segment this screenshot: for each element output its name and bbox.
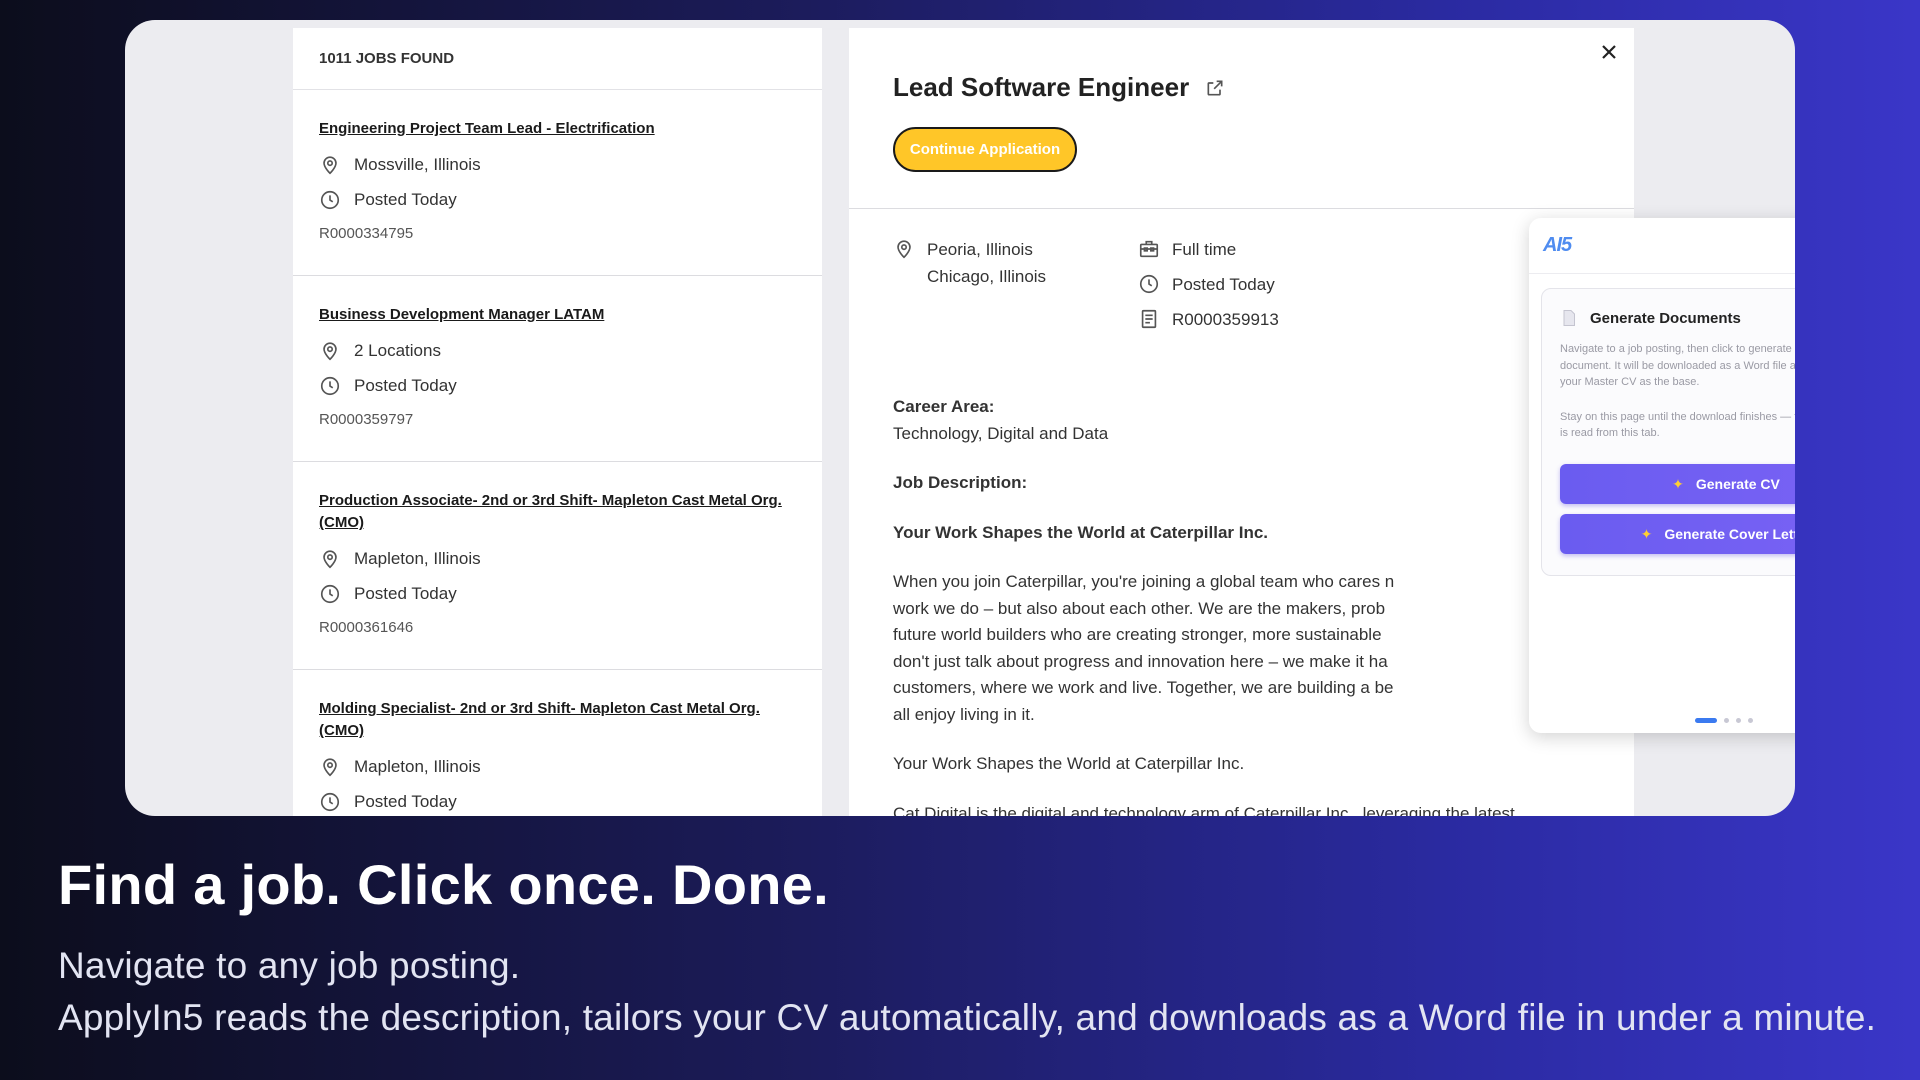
continue-application-button[interactable]: Continue Application	[893, 127, 1077, 172]
job-detail-panel: Lead Software Engineer Continue Applicat…	[849, 28, 1634, 816]
job-title-link[interactable]: Molding Specialist- 2nd or 3rd Shift- Ma…	[319, 698, 796, 742]
location-line-2: Chicago, Illinois	[927, 267, 1047, 286]
job-title-link[interactable]: Production Associate- 2nd or 3rd Shift- …	[319, 490, 796, 534]
job-title-link[interactable]: Engineering Project Team Lead - Electrif…	[319, 118, 796, 140]
job-type: Full time	[1138, 236, 1236, 263]
description-paragraph: When you join Caterpillar, you're joinin…	[893, 572, 1395, 724]
ai5-toolbar: AI5	[1529, 218, 1795, 274]
job-location: Mossville, Illinois	[319, 154, 796, 176]
document-icon	[1563, 310, 1575, 326]
job-req-number: R0000359913	[1138, 306, 1279, 333]
external-link-icon[interactable]	[1205, 78, 1225, 98]
page-dot[interactable]	[1724, 718, 1729, 723]
clock-icon	[320, 190, 340, 210]
job-location: Mapleton, Illinois	[319, 756, 796, 778]
description-repeat-line: Your Work Shapes the World at Caterpilla…	[893, 754, 1245, 773]
page-dot[interactable]	[1748, 718, 1753, 723]
generate-documents-card: Generate Documents Navigate to a job pos…	[1541, 288, 1795, 576]
generate-cover-letter-button[interactable]: ✦ Generate Cover Letter	[1560, 514, 1795, 554]
career-area-label: Career Area:	[893, 397, 995, 416]
ai5-extension-panel: AI5 Generate Documents Navigate to a job…	[1529, 218, 1795, 733]
career-area-value: Technology, Digital and Data	[893, 423, 1109, 443]
location-line-1: Peoria, Illinois	[927, 240, 1033, 259]
ai5-logo: AI5	[1543, 234, 1572, 256]
location-pin-icon	[897, 240, 911, 259]
promo-headline: Find a job. Click once. Done.	[58, 853, 830, 916]
job-list-item[interactable]: Business Development Manager LATAM 2 Loc…	[293, 276, 822, 462]
clock-icon	[1139, 274, 1159, 294]
job-posted: Posted Today	[319, 189, 796, 211]
description-cut-line: Cat Digital is the digital and technolog…	[893, 803, 1515, 817]
clock-icon	[320, 584, 340, 604]
job-location: Mapleton, Illinois	[319, 548, 796, 570]
job-posted: Posted Today	[319, 375, 796, 397]
sparkle-icon: ✦	[1672, 475, 1684, 492]
job-posted-date: Posted Today	[1138, 271, 1275, 298]
job-list-item[interactable]: Production Associate- 2nd or 3rd Shift- …	[293, 462, 822, 670]
location-pin-icon	[323, 342, 337, 361]
sparkle-icon: ✦	[1640, 525, 1653, 542]
location-pin-icon	[323, 550, 337, 569]
jobs-found-count: 1011 JOBS FOUND	[293, 28, 822, 90]
job-list-item[interactable]: Engineering Project Team Lead - Electrif…	[293, 90, 822, 276]
clock-icon	[320, 376, 340, 396]
job-req-id: R0000361646	[319, 619, 414, 636]
job-req-id: R0000334795	[319, 225, 414, 242]
location-pin-icon	[323, 758, 337, 777]
page-dot[interactable]	[1736, 718, 1741, 723]
job-location: 2 Locations	[319, 340, 796, 362]
generate-cv-button[interactable]: ✦ Generate CV	[1560, 464, 1795, 504]
job-posted: Posted Today	[319, 583, 796, 605]
app-screenshot-card: 1011 JOBS FOUND Engineering Project Team…	[125, 20, 1795, 816]
description-headline: Your Work Shapes the World at Caterpilla…	[893, 522, 1269, 542]
job-detail-header: Lead Software Engineer Continue Applicat…	[849, 28, 1634, 209]
job-description-label: Job Description:	[893, 473, 1028, 492]
close-icon[interactable]	[1589, 32, 1629, 72]
generate-documents-note: Stay on this page until the download fin…	[1560, 410, 1795, 440]
job-description-body: Career Area: Technology, Digital and Dat…	[893, 394, 1613, 816]
document-icon	[1141, 309, 1157, 329]
briefcase-icon	[1139, 240, 1159, 258]
job-posted: Posted Today	[319, 791, 796, 813]
promo-subline-1: Navigate to any job posting.	[58, 945, 521, 986]
job-locations: Peoria, Illinois Chicago, Illinois	[893, 236, 1046, 290]
job-list: 1011 JOBS FOUND Engineering Project Team…	[293, 28, 822, 816]
job-detail-title: Lead Software Engineer	[893, 72, 1225, 103]
page-indicator	[1695, 718, 1760, 723]
job-list-item[interactable]: Molding Specialist- 2nd or 3rd Shift- Ma…	[293, 670, 822, 816]
clock-icon	[320, 792, 340, 812]
generate-documents-description: Navigate to a job posting, then click to…	[1560, 343, 1795, 388]
job-title-link[interactable]: Business Development Manager LATAM	[319, 304, 796, 326]
generate-documents-title: Generate Documents	[1560, 309, 1795, 327]
page-dot-active[interactable]	[1695, 718, 1717, 723]
promo-subline-2: ApplyIn5 reads the description, tailors …	[58, 997, 1877, 1038]
location-pin-icon	[323, 156, 337, 175]
job-req-id: R0000359797	[319, 411, 414, 428]
